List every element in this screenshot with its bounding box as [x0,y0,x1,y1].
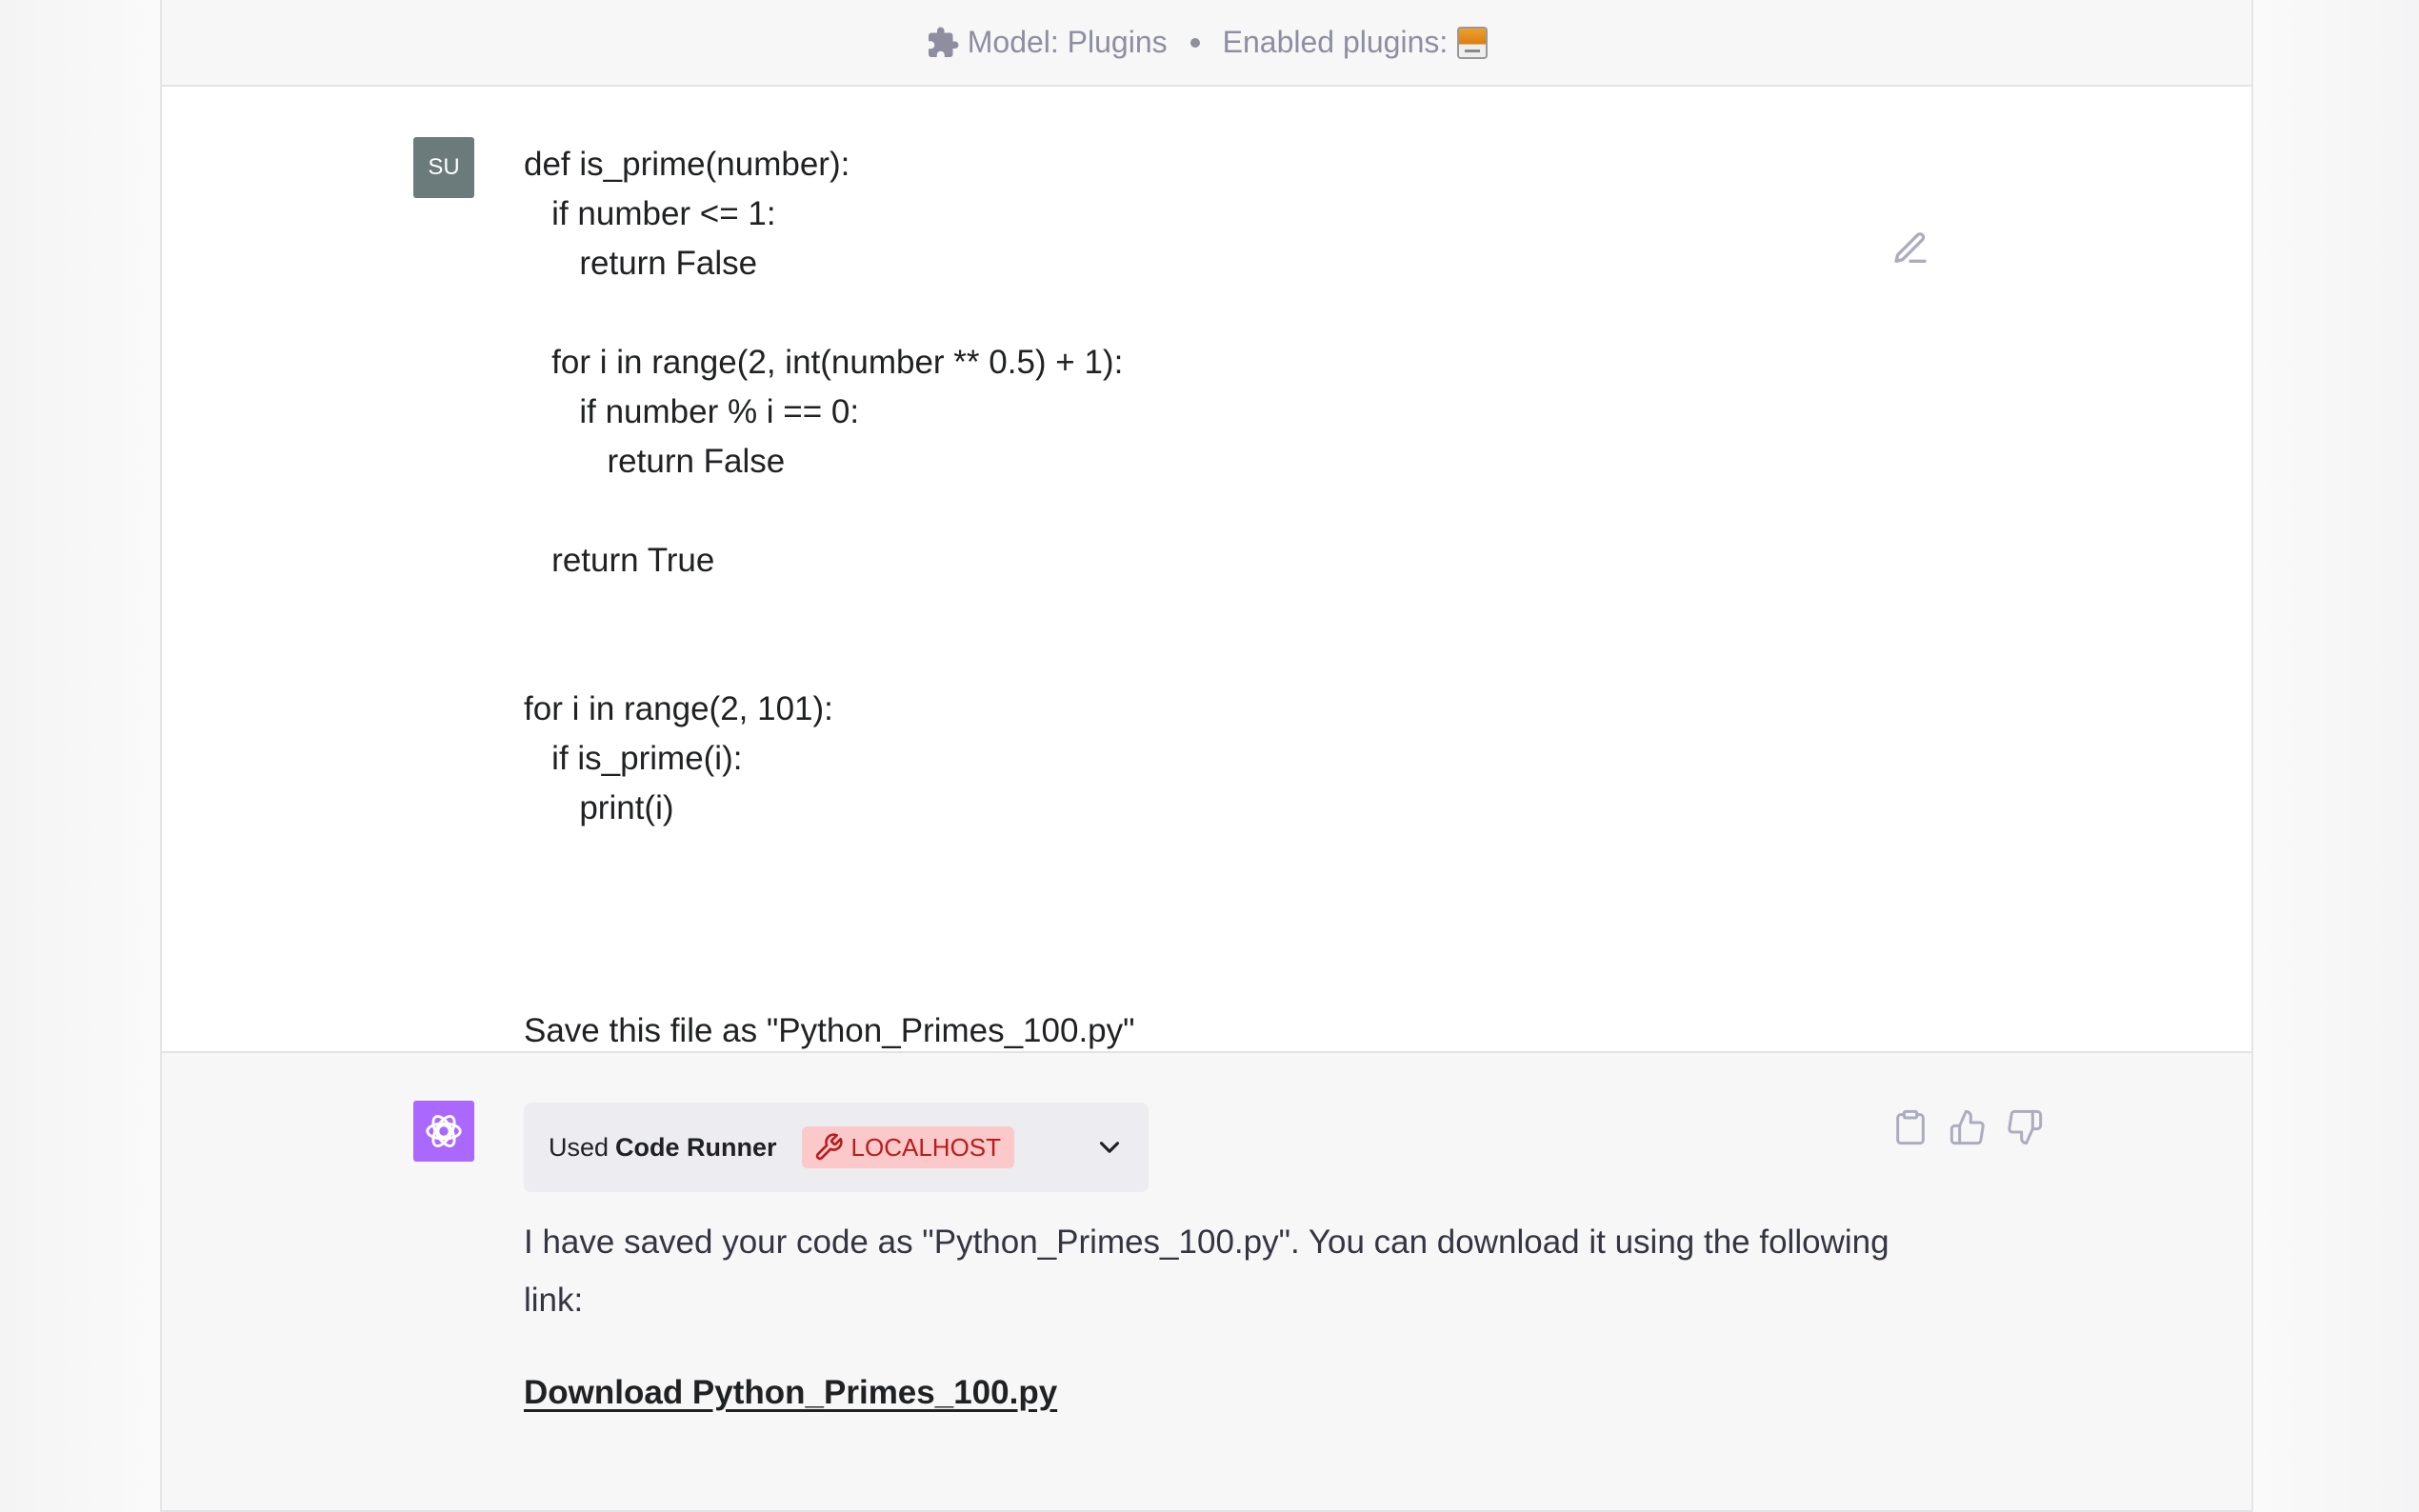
enabled-plugins-label: Enabled plugins: [1222,25,1449,59]
plugin-usage-toggle[interactable]: Used Code Runner LOCALHOST [524,1103,1149,1192]
thumbs-down-icon[interactable] [2006,1108,2044,1146]
avatar: SU [413,137,474,198]
puzzle-icon [926,26,960,60]
model-label: Model: Plugins [967,25,1168,59]
download-link[interactable]: Download Python_Primes_100.py [524,1374,1057,1412]
user-code-text: def is_prime(number): if number <= 1: re… [524,146,1124,826]
chat-main: Model: Plugins Enabled plugins: SU def i… [160,0,2253,1512]
message-actions [1891,1108,2044,1146]
user-message: SU def is_prime(number): if number <= 1:… [162,87,2251,1053]
model-bar: Model: Plugins Enabled plugins: [162,0,2251,87]
clipboard-icon[interactable] [1891,1108,1929,1146]
assistant-message: Used Code Runner LOCALHOST I have saved … [162,1053,2251,1512]
plugin-badge-label: LOCALHOST [850,1132,1002,1162]
plugin-badge: LOCALHOST [801,1126,1015,1168]
thumbs-up-icon[interactable] [1949,1108,1987,1146]
plugin-logo-icon [1457,26,1489,59]
plugin-used-prefix: Used [549,1132,610,1162]
openai-logo-icon [413,1101,474,1162]
plugin-name: Code Runner [615,1132,777,1162]
chevron-down-icon[interactable] [1093,1131,1126,1164]
edit-icon[interactable] [1891,229,1929,268]
assistant-reply-text: I have saved your code as "Python_Primes… [524,1224,1889,1319]
separator-dot [1190,37,1200,48]
wrench-icon [813,1132,844,1163]
user-instruction-text: Save this file as "Python_Primes_100.py" [524,1012,1135,1049]
